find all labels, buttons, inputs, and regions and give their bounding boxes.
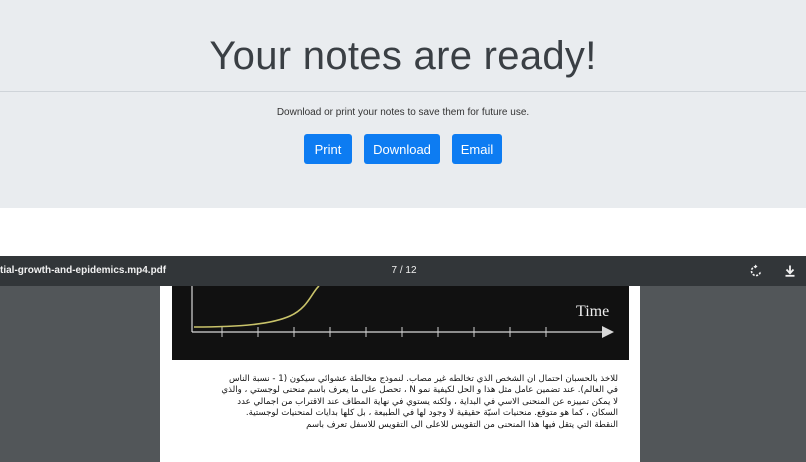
pdf-viewer: tial-growth-and-epidemics.mp4.pdf 7 / 12	[0, 256, 806, 462]
pdf-file-name: tial-growth-and-epidemics.mp4.pdf	[0, 265, 167, 276]
page-title: Your notes are ready!	[209, 34, 597, 78]
rotate-icon[interactable]	[748, 263, 764, 279]
text-line: لا يمكن تمييزه عن المنحنى الاسي في البدا…	[237, 396, 618, 407]
download-icon[interactable]	[782, 263, 798, 279]
download-button[interactable]: Download	[364, 134, 440, 164]
pdf-toolbar: tial-growth-and-epidemics.mp4.pdf 7 / 12	[0, 256, 806, 286]
growth-curve	[193, 285, 320, 328]
action-buttons: Print Download Email	[0, 134, 806, 164]
graph-time-label: Time	[576, 303, 610, 320]
print-button[interactable]: Print	[304, 134, 352, 164]
divider	[0, 91, 806, 92]
pdf-page: Time للاخذ بالحسبان احتمال ان الشخص الذي…	[160, 285, 640, 462]
time-axis-arrow	[602, 326, 614, 338]
graph-image: Time	[172, 285, 629, 360]
text-line: للاخذ بالحسبان احتمال ان الشخص الذي تخال…	[228, 374, 618, 384]
text-line: في العالم). عند تضمين عامل مثل هذا و الح…	[221, 385, 618, 396]
page-body-text: للاخذ بالحسبان احتمال ان الشخص الذي تخال…	[186, 374, 618, 431]
exponential-graph	[191, 285, 614, 338]
text-line: السكان ، كما هو متوقع. منحنيات اسيّة حقي…	[245, 408, 618, 419]
hero-banner: Your notes are ready! Download or print …	[0, 0, 806, 208]
hero-subtitle: Download or print your notes to save the…	[276, 107, 530, 118]
page-indicator: 7 / 12	[391, 265, 417, 276]
email-button[interactable]: Email	[452, 134, 502, 164]
text-line: النقطة التي يتقل فيها هذا المنحنى من الت…	[306, 419, 618, 430]
